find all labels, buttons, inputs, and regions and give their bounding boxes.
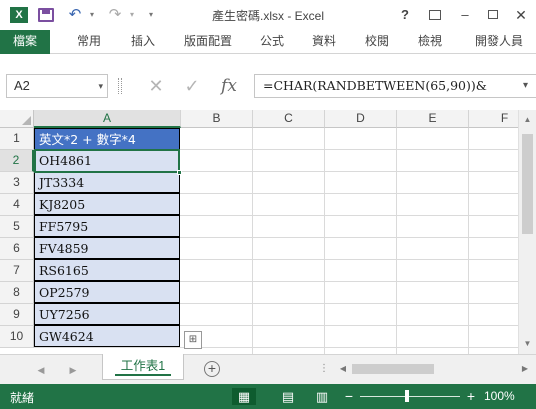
- close-button[interactable]: ✕: [510, 4, 532, 26]
- cell-a3[interactable]: JT3334: [34, 171, 180, 193]
- ribbon-display-options-button[interactable]: [424, 4, 446, 26]
- auto-fill-options-icon[interactable]: ⊞: [184, 331, 202, 349]
- worksheet-grid[interactable]: A B C D E F 1 2 3 4 5 6 7 8 9 10 英文*2 + …: [0, 110, 518, 354]
- horizontal-scroll-track[interactable]: [352, 364, 510, 374]
- column-header-c[interactable]: C: [253, 110, 325, 128]
- column-header-d[interactable]: D: [325, 110, 397, 128]
- row-header-1[interactable]: 1: [0, 128, 34, 150]
- insert-function-button[interactable]: fx: [214, 74, 244, 98]
- page-break-preview-icon[interactable]: ▥: [310, 388, 334, 405]
- select-all-button[interactable]: [0, 110, 34, 128]
- column-header-e[interactable]: E: [397, 110, 469, 128]
- zoom-out-button[interactable]: −: [344, 388, 354, 404]
- tab-formulas[interactable]: 公式: [257, 30, 287, 54]
- next-sheet-icon[interactable]: ▶: [66, 363, 80, 377]
- name-box-dropdown-icon[interactable]: ▾: [98, 75, 103, 97]
- previous-sheet-icon[interactable]: ◀: [34, 363, 48, 377]
- customize-quick-access-icon[interactable]: ▾: [146, 6, 156, 24]
- formula-input[interactable]: =CHAR(RANDBETWEEN(65,90))& ▾: [254, 74, 536, 98]
- cell-a4[interactable]: KJ8205: [34, 193, 180, 215]
- zoom-level[interactable]: 100%: [484, 389, 515, 403]
- zoom-slider[interactable]: [360, 396, 460, 397]
- formula-text: =CHAR(RANDBETWEEN(65,90))&: [263, 78, 487, 93]
- maximize-button[interactable]: [482, 4, 504, 26]
- row-header-2[interactable]: 2: [0, 150, 34, 172]
- column-header-a[interactable]: A: [34, 110, 181, 128]
- tab-review[interactable]: 校閱: [362, 30, 392, 54]
- tab-view[interactable]: 檢視: [415, 30, 445, 54]
- status-bar: 就緒 ▦ ▤ ▥ − + 100%: [0, 384, 536, 409]
- gridline: [252, 128, 253, 354]
- name-box[interactable]: A2 ▾: [6, 74, 108, 98]
- zoom-slider-knob[interactable]: [405, 390, 409, 402]
- undo-dropdown-icon[interactable]: ▾: [88, 6, 96, 24]
- save-icon[interactable]: [38, 8, 54, 22]
- cell-a5[interactable]: FF5795: [34, 215, 180, 237]
- cell-a6[interactable]: FV4859: [34, 237, 180, 259]
- gridline: [468, 128, 469, 354]
- undo-icon[interactable]: ↶: [66, 6, 84, 24]
- row-header-6[interactable]: 6: [0, 238, 34, 260]
- scroll-up-icon[interactable]: ▲: [519, 112, 536, 128]
- cell-a10[interactable]: GW4624: [34, 325, 180, 347]
- cell-a2[interactable]: OH4861: [34, 149, 180, 173]
- column-header-f[interactable]: F: [469, 110, 518, 128]
- ribbon-display-icon: [429, 10, 441, 20]
- tab-developer[interactable]: 開發人員: [468, 30, 530, 54]
- ribbon-tabs: 檔案 常用 插入 版面配置 公式 資料 校閱 檢視 開發人員: [0, 30, 536, 54]
- row-header-5[interactable]: 5: [0, 216, 34, 238]
- row-header-7[interactable]: 7: [0, 260, 34, 282]
- cell-a8[interactable]: OP2579: [34, 281, 180, 303]
- fill-handle[interactable]: [177, 170, 182, 175]
- horizontal-scroll-thumb[interactable]: [352, 364, 434, 374]
- column-header-b[interactable]: B: [181, 110, 253, 128]
- tab-insert[interactable]: 插入: [128, 30, 158, 54]
- redo-icon[interactable]: ↷: [106, 6, 124, 24]
- tab-page-layout[interactable]: 版面配置: [180, 30, 236, 54]
- tab-data[interactable]: 資料: [309, 30, 339, 54]
- formula-bar-grip[interactable]: [118, 78, 122, 94]
- horizontal-scrollbar[interactable]: ◀ ▶: [336, 360, 532, 378]
- title-bar: X ↶ ▾ ↷ ▾ ▾ 產生密碼.xlsx - Excel ? – ✕: [0, 0, 536, 30]
- expand-formula-bar-icon[interactable]: ▾: [523, 75, 528, 97]
- zoom-in-button[interactable]: +: [466, 388, 476, 404]
- tab-split-handle-icon[interactable]: ⋮: [318, 363, 330, 375]
- status-text: 就緒: [10, 391, 35, 405]
- vertical-scroll-thumb[interactable]: [522, 134, 533, 234]
- redo-dropdown-icon[interactable]: ▾: [128, 6, 136, 24]
- gridline: [34, 347, 518, 348]
- new-sheet-button[interactable]: +: [204, 361, 220, 377]
- gridline: [396, 128, 397, 354]
- cell-a9[interactable]: UY7256: [34, 303, 180, 325]
- name-box-value: A2: [14, 78, 30, 93]
- row-header-3[interactable]: 3: [0, 172, 34, 194]
- normal-view-icon[interactable]: ▦: [232, 388, 256, 405]
- excel-logo-icon[interactable]: X: [10, 7, 28, 23]
- help-button[interactable]: ?: [394, 4, 416, 26]
- cell-a7[interactable]: RS6165: [34, 259, 180, 281]
- maximize-icon: [488, 10, 498, 19]
- gridline: [324, 128, 325, 354]
- scroll-down-icon[interactable]: ▼: [519, 336, 536, 352]
- tab-file[interactable]: 檔案: [0, 30, 50, 54]
- scroll-left-icon[interactable]: ◀: [336, 362, 350, 376]
- vertical-scrollbar[interactable]: ▲ ▼: [518, 110, 536, 354]
- minimize-button[interactable]: –: [454, 4, 476, 26]
- row-header-8[interactable]: 8: [0, 282, 34, 304]
- confirm-entry-button[interactable]: ✓: [178, 74, 206, 98]
- row-header-4[interactable]: 4: [0, 194, 34, 216]
- sheet-tab-1[interactable]: 工作表1: [102, 354, 184, 380]
- cell-a1[interactable]: 英文*2 + 數字*4: [34, 128, 180, 150]
- scroll-right-icon[interactable]: ▶: [518, 362, 532, 376]
- row-header-9[interactable]: 9: [0, 304, 34, 326]
- sheet-tab-bar: ◀ ▶ 工作表1 + ⋮ ◀ ▶: [0, 354, 536, 384]
- tab-home[interactable]: 常用: [74, 30, 104, 54]
- page-layout-view-icon[interactable]: ▤: [276, 388, 300, 405]
- row-header-10[interactable]: 10: [0, 326, 34, 348]
- cancel-entry-button[interactable]: ✕: [142, 74, 170, 98]
- formula-bar: A2 ▾ ✕ ✓ fx =CHAR(RANDBETWEEN(65,90))& ▾: [0, 54, 536, 110]
